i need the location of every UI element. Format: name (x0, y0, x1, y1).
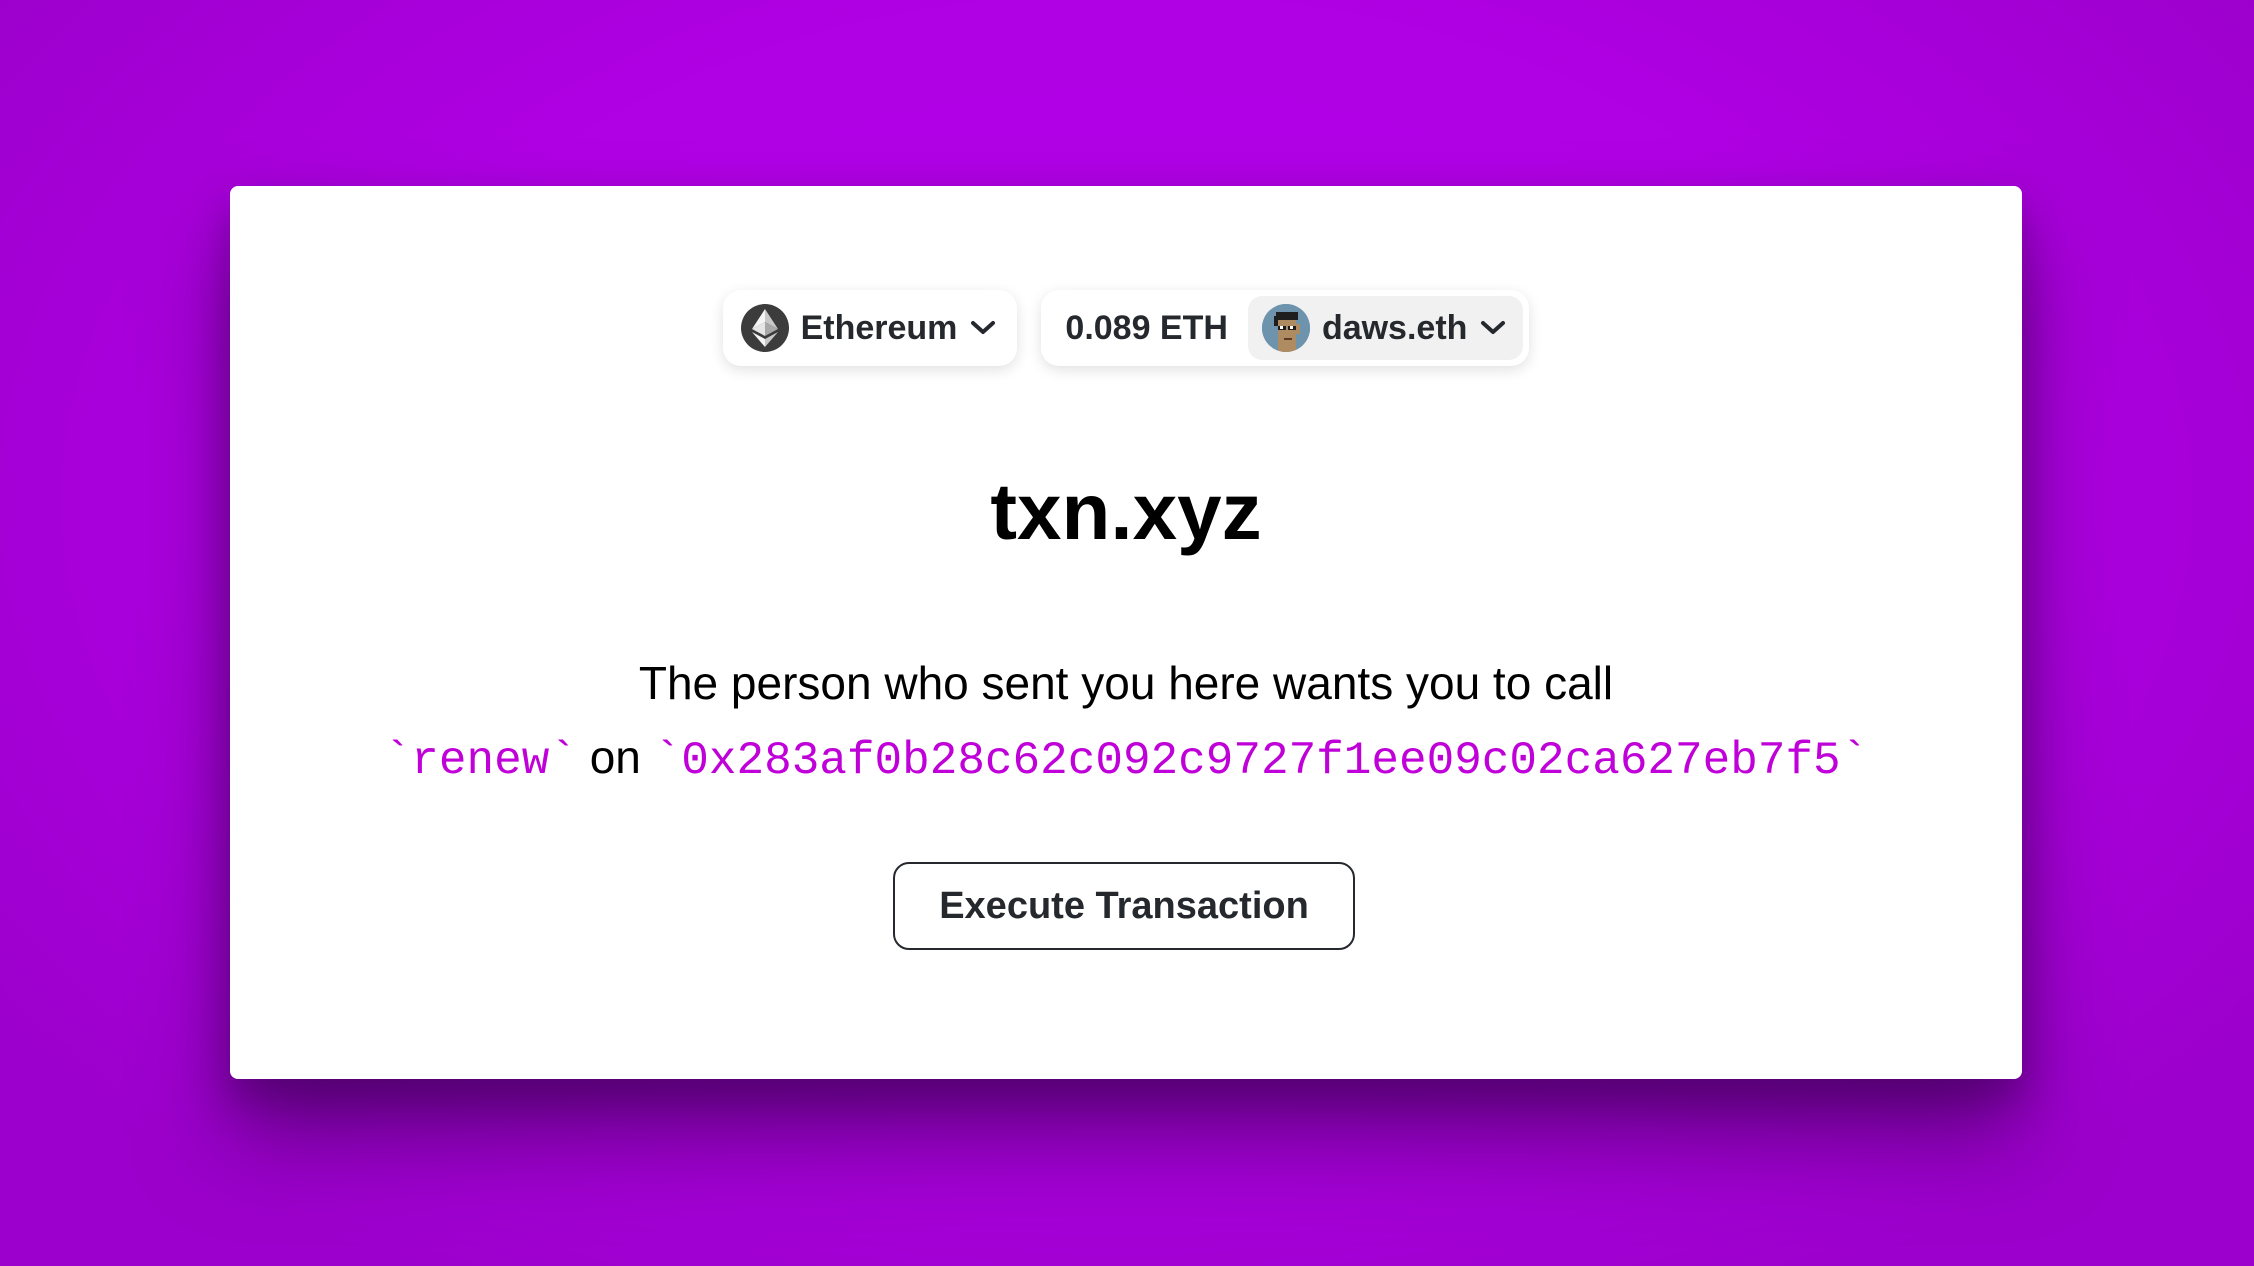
execute-transaction-button[interactable]: Execute Transaction (893, 862, 1355, 950)
contract-address: `0x283af0b28c62c092c9727f1ee09c02ca627eb… (653, 735, 1869, 787)
ethereum-icon (740, 304, 789, 352)
chain-name: Ethereum (800, 308, 958, 347)
message-line-2: `renew` on `0x283af0b28c62c092c9727f1ee0… (230, 720, 2022, 798)
transaction-message: The person who sent you here wants you t… (230, 646, 2022, 798)
function-name: `renew` (383, 735, 577, 787)
page-title: txn.xyz (990, 467, 1262, 556)
account-name: daws.eth (1321, 308, 1468, 347)
chevron-down-icon (1479, 314, 1507, 342)
account-pill: 0.089 ETH daws.eth (1041, 290, 1530, 366)
account-button[interactable]: daws.eth (1247, 296, 1524, 360)
message-line-1: The person who sent you here wants you t… (638, 657, 1614, 709)
main-card: Ethereum 0.089 ETH daws.eth txn.xyz The … (230, 186, 2022, 1079)
chain-selector-button[interactable]: Ethereum (722, 290, 1018, 366)
connector-text: on (589, 731, 641, 783)
punk-avatar-icon (1261, 304, 1310, 352)
chevron-down-icon (969, 314, 997, 342)
wallet-toolbar: Ethereum 0.089 ETH daws.eth (230, 290, 2022, 366)
account-balance: 0.089 ETH (1065, 308, 1228, 347)
